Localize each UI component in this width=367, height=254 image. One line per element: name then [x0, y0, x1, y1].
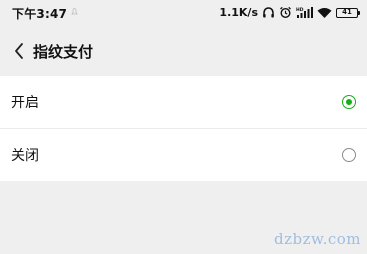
chevron-left-icon: [15, 43, 23, 59]
status-icons: 1.1K/s HD 41: [219, 4, 360, 21]
option-label: 开启: [11, 95, 39, 111]
battery-level: 41: [342, 8, 352, 16]
title-bar: 指纹支付: [0, 26, 367, 76]
battery-icon: 41: [336, 7, 360, 18]
option-enable[interactable]: 开启: [0, 76, 367, 128]
radio-enable[interactable]: [342, 95, 356, 109]
option-disable[interactable]: 关闭: [0, 128, 367, 181]
payment-options-list: 开启 关闭: [0, 76, 367, 181]
wifi-icon: [317, 7, 332, 18]
status-bar: 下午3:47 1.1K/s HD 41: [0, 0, 367, 26]
status-time: 下午3:47: [12, 7, 68, 21]
option-label: 关闭: [11, 148, 39, 164]
alarm-icon: [280, 6, 291, 19]
radio-disable[interactable]: [342, 148, 356, 162]
notification-icon: [71, 8, 78, 15]
net-speed: 1.1K/s: [219, 6, 258, 19]
svg-text:HD: HD: [296, 7, 304, 13]
back-button[interactable]: [4, 34, 34, 68]
headphones-icon: [263, 7, 274, 18]
hd-signal-icon: HD: [296, 7, 313, 18]
watermark: dzbzw.com: [274, 230, 361, 248]
page-title: 指纹支付: [33, 43, 94, 61]
